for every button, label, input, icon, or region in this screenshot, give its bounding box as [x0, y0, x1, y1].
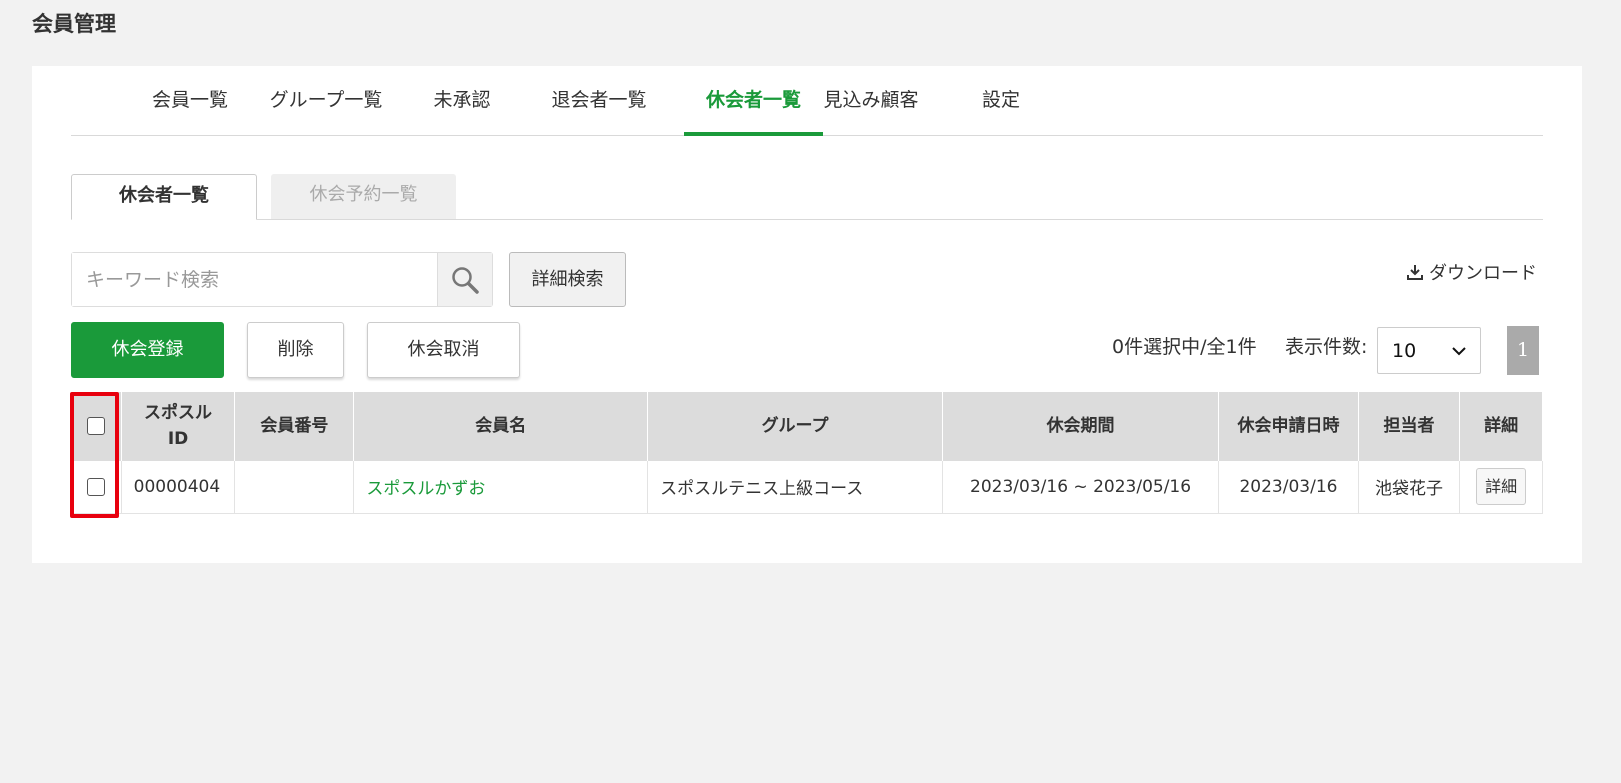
cell-applied-date: 2023/03/16	[1218, 461, 1359, 514]
tab-group-list[interactable]: グループ一覧	[266, 82, 386, 136]
per-page-label: 表示件数:	[1285, 336, 1368, 358]
tab-withdrawn-list[interactable]: 退会者一覧	[549, 82, 649, 136]
selection-count: 0件選択中/全1件	[1112, 336, 1257, 358]
main-tabs: 会員一覧 グループ一覧 未承認 退会者一覧 休会者一覧 見込み顧客 設定	[71, 82, 1543, 136]
search-input[interactable]	[72, 253, 437, 306]
cell-member-no	[234, 461, 355, 514]
search-button[interactable]	[437, 253, 492, 306]
sub-tabs: 休会者一覧 休会予約一覧	[71, 174, 1543, 220]
per-page-select[interactable]: 10	[1377, 327, 1481, 374]
download-link[interactable]: ダウンロード	[1407, 259, 1537, 285]
col-detail: 詳細	[1459, 392, 1543, 461]
delete-button[interactable]: 削除	[247, 322, 344, 378]
col-staff: 担当者	[1358, 392, 1461, 461]
col-spo-id: スポスル ID	[121, 392, 236, 461]
detail-button[interactable]: 詳細	[1476, 468, 1527, 506]
advanced-search-button[interactable]: 詳細検索	[509, 252, 626, 307]
member-name-link[interactable]: スポスルかずお	[353, 461, 649, 514]
per-page-value: 10	[1392, 339, 1417, 362]
subtab-suspended-list[interactable]: 休会者一覧	[71, 174, 257, 220]
search-icon	[452, 266, 479, 294]
cancel-suspension-button[interactable]: 休会取消	[367, 322, 520, 378]
register-suspension-button[interactable]: 休会登録	[71, 322, 224, 378]
col-group: グループ	[647, 392, 943, 461]
tab-unapproved[interactable]: 未承認	[431, 82, 493, 136]
cell-group: スポスルテニス上級コース	[647, 461, 943, 514]
select-all-checkbox[interactable]	[87, 416, 106, 435]
tab-settings[interactable]: 設定	[971, 82, 1031, 136]
cell-spo-id: 00000404	[121, 461, 236, 514]
suspended-members-table: スポスル ID 会員番号 会員名 グループ 休会期間 休会申請日時 担当者 詳細…	[71, 392, 1543, 514]
subtab-suspension-reservations[interactable]: 休会予約一覧	[271, 174, 456, 219]
tab-prospects[interactable]: 見込み顧客	[821, 82, 921, 136]
tab-suspended-list[interactable]: 休会者一覧	[684, 82, 823, 136]
content-card: 会員一覧 グループ一覧 未承認 退会者一覧 休会者一覧 見込み顧客 設定 休会者…	[32, 66, 1582, 563]
search-box	[71, 252, 493, 307]
cell-staff: 池袋花子	[1358, 461, 1461, 514]
download-label: ダウンロード	[1429, 263, 1537, 284]
row-checkbox[interactable]	[87, 477, 106, 496]
table-row: 00000404 スポスルかずお スポスルテニス上級コース 2023/03/16…	[71, 461, 1543, 514]
download-icon	[1407, 265, 1423, 280]
row-select-cell	[71, 461, 122, 514]
cell-period: 2023/03/16 ~ 2023/05/16	[942, 461, 1220, 514]
select-all-cell	[71, 392, 122, 461]
col-member-name: 会員名	[353, 392, 649, 461]
chevron-down-icon	[1452, 346, 1466, 355]
col-applied-date: 休会申請日時	[1218, 392, 1359, 461]
page-button-1[interactable]: 1	[1507, 326, 1539, 375]
tab-member-list[interactable]: 会員一覧	[149, 82, 231, 136]
col-period: 休会期間	[942, 392, 1220, 461]
page-title: 会員管理	[32, 12, 116, 36]
table-header-row: スポスル ID 会員番号 会員名 グループ 休会期間 休会申請日時 担当者 詳細	[71, 392, 1543, 461]
col-member-no: 会員番号	[234, 392, 355, 461]
cell-detail: 詳細	[1459, 461, 1543, 514]
